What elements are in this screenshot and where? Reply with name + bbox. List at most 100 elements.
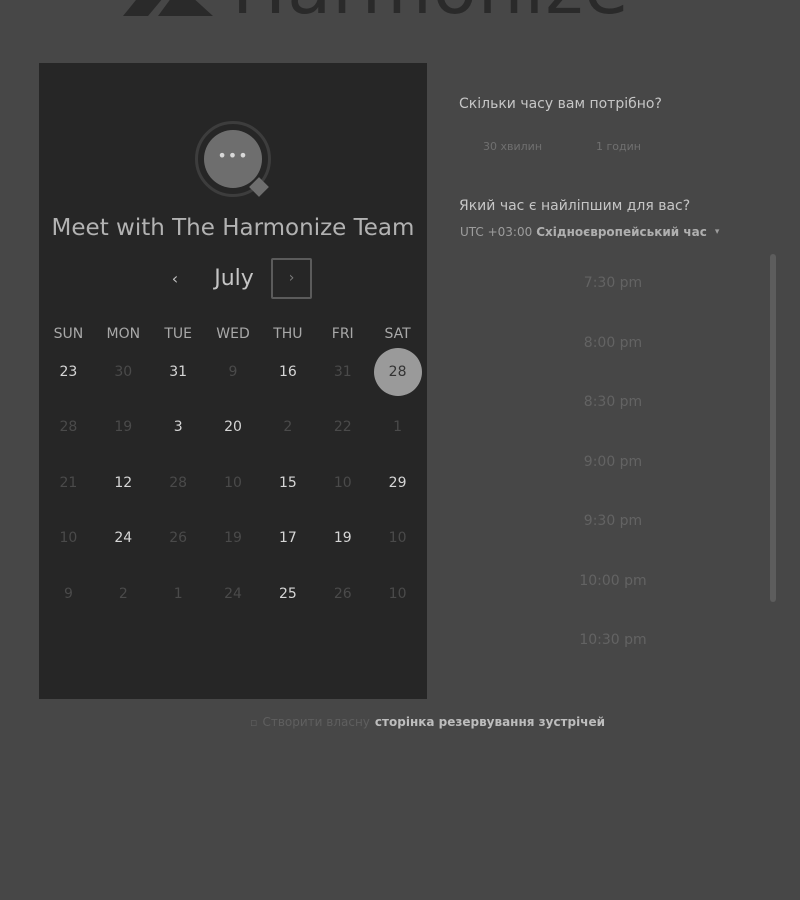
- logo-mark-icon: [123, 0, 213, 16]
- calendar-day: 10: [315, 455, 370, 510]
- calendar-grid: 23 30 31 9 16 31 28 28 19 3 20 2 22 1 21 12 28 10 15 10 29 10…: [41, 344, 425, 622]
- calendar-day-number: 2: [283, 419, 293, 435]
- calendar-day: 19: [206, 511, 261, 566]
- calendar-day: 2: [260, 400, 315, 455]
- calendar-day-number: 28: [169, 474, 188, 491]
- calendar-day-number: 16: [278, 363, 297, 380]
- calendar-day-number: 26: [333, 585, 352, 602]
- calendar-day[interactable]: 17: [260, 511, 315, 566]
- timezone-name: Східноєвропейський час: [536, 225, 707, 239]
- calendar-day: 1: [151, 566, 206, 621]
- weekday-label: SUN: [53, 326, 84, 342]
- duration-option-30min[interactable]: 30 хвилин: [483, 140, 542, 153]
- time-slot[interactable]: 10:00 pm: [520, 552, 706, 612]
- calendar-day: 26: [151, 511, 206, 566]
- calendar-day-number: 19: [114, 419, 133, 435]
- time-slot[interactable]: 8:30 pm: [520, 373, 706, 433]
- calendar-day-number: 15: [278, 474, 297, 491]
- calendar-day[interactable]: 23: [41, 344, 96, 399]
- host-avatar: •••: [195, 121, 271, 197]
- calendar-day: 10: [206, 455, 261, 510]
- calendar-week-row: 21 12 28 10 15 10 29: [41, 455, 425, 511]
- calendar-day-number: 24: [224, 585, 242, 602]
- calendar-day-number: 9: [228, 363, 238, 380]
- calendar-day: 21: [41, 455, 96, 510]
- time-slot-list: 7:30 pm 8:00 pm 8:30 pm 9:00 pm 9:30 pm …: [520, 255, 706, 665]
- calendar-day-number: 3: [173, 419, 183, 435]
- calendar-day-number: 1: [393, 419, 403, 435]
- calendar-day: 19: [96, 400, 151, 455]
- calendar-day-number: 22: [333, 419, 352, 435]
- calendar-day[interactable]: 20: [206, 400, 261, 455]
- calendar-day-number: 21: [59, 474, 78, 491]
- calendar-day[interactable]: 3: [151, 400, 206, 455]
- time-slot[interactable]: 9:00 pm: [520, 433, 706, 493]
- weekday-label: THU: [273, 326, 303, 342]
- calendar-day-number: 31: [169, 363, 188, 380]
- weekday-label: FRI: [331, 326, 354, 342]
- calendar-day[interactable]: 19: [315, 511, 370, 566]
- time-slot[interactable]: 10:30 pm: [520, 611, 706, 665]
- brand-logo: Harmonize: [118, 0, 630, 24]
- time-question: Який час є найліпшим для вас?: [459, 198, 691, 214]
- next-month-button[interactable]: ›: [271, 258, 312, 299]
- calendar-day: 2: [96, 566, 151, 621]
- calendar-day-number: 10: [333, 474, 352, 491]
- time-list-scrollbar[interactable]: [770, 254, 776, 602]
- calendar-day-number: 17: [278, 530, 297, 546]
- calendar-day-number: 28: [373, 347, 422, 396]
- calendar-day-number: 9: [63, 585, 73, 602]
- duration-option-1h[interactable]: 1 годин: [596, 140, 641, 153]
- calendar-day-number: 2: [118, 585, 128, 602]
- month-label: July: [214, 266, 254, 291]
- booking-page-link[interactable]: сторінка резервування зустрічей: [375, 715, 605, 729]
- calendar-day[interactable]: 12: [96, 455, 151, 510]
- meeting-title: Meet with The Harmonize Team: [51, 215, 415, 241]
- calendar-day-selected[interactable]: 28: [370, 344, 425, 399]
- calendar-week-row: 10 24 26 19 17 19 10: [41, 511, 425, 567]
- calendar-day-number: 19: [333, 530, 352, 546]
- calendar-day-number: 12: [114, 474, 133, 491]
- calendar-day: 28: [151, 455, 206, 510]
- calendar-day[interactable]: 25: [260, 566, 315, 621]
- duration-question: Скільки часу вам потрібно?: [459, 96, 662, 112]
- calendar-day: 24: [206, 566, 261, 621]
- calendar-day[interactable]: 16: [260, 344, 315, 399]
- month-navigation: ‹ July ›: [39, 257, 427, 301]
- calendar-day[interactable]: 24: [96, 511, 151, 566]
- calendar-day-number: 1: [173, 585, 183, 602]
- calendar-day-number: 10: [388, 530, 407, 546]
- timezone-offset: UTC +03:00: [460, 225, 533, 239]
- calendar-day: 9: [206, 344, 261, 399]
- chat-bubble-icon: •••: [204, 130, 262, 188]
- calendar-day: 10: [370, 566, 425, 621]
- calendar-day: 30: [96, 344, 151, 399]
- calendar-day-number: 29: [388, 474, 407, 491]
- weekday-label: TUE: [164, 326, 192, 342]
- calendar-day-number: 19: [224, 530, 242, 546]
- calendar-day: 1: [370, 400, 425, 455]
- time-slot[interactable]: 8:00 pm: [520, 314, 706, 374]
- calendar-day: 31: [315, 344, 370, 399]
- calendar-day-number: 10: [224, 474, 242, 491]
- calendar-day-number: 23: [59, 363, 78, 380]
- timezone-selector[interactable]: UTC +03:00 Східноєвропейський час ▾: [460, 225, 719, 239]
- calendar-day-number: 28: [59, 419, 78, 435]
- calendar-day[interactable]: 29: [370, 455, 425, 510]
- calendar-day-number: 10: [388, 585, 407, 602]
- calendar-day-number: 25: [278, 585, 297, 602]
- calendar-week-row: 9 2 1 24 25 26 10: [41, 566, 425, 622]
- calendar-week-row: 23 30 31 9 16 31 28: [41, 344, 425, 400]
- calendar-day: 22: [315, 400, 370, 455]
- calendar-day: 10: [370, 511, 425, 566]
- calendar-day: 26: [315, 566, 370, 621]
- weekday-label: SAT: [384, 326, 411, 342]
- prev-month-button[interactable]: ‹: [164, 265, 186, 293]
- time-slot[interactable]: 9:30 pm: [520, 492, 706, 552]
- time-slot[interactable]: 7:30 pm: [520, 255, 706, 314]
- calendar-day-number: 31: [333, 363, 352, 380]
- calendar-day-number: 10: [59, 530, 78, 546]
- logo-text: Harmonize: [232, 0, 630, 24]
- calendar-day[interactable]: 15: [260, 455, 315, 510]
- calendar-day[interactable]: 31: [151, 344, 206, 399]
